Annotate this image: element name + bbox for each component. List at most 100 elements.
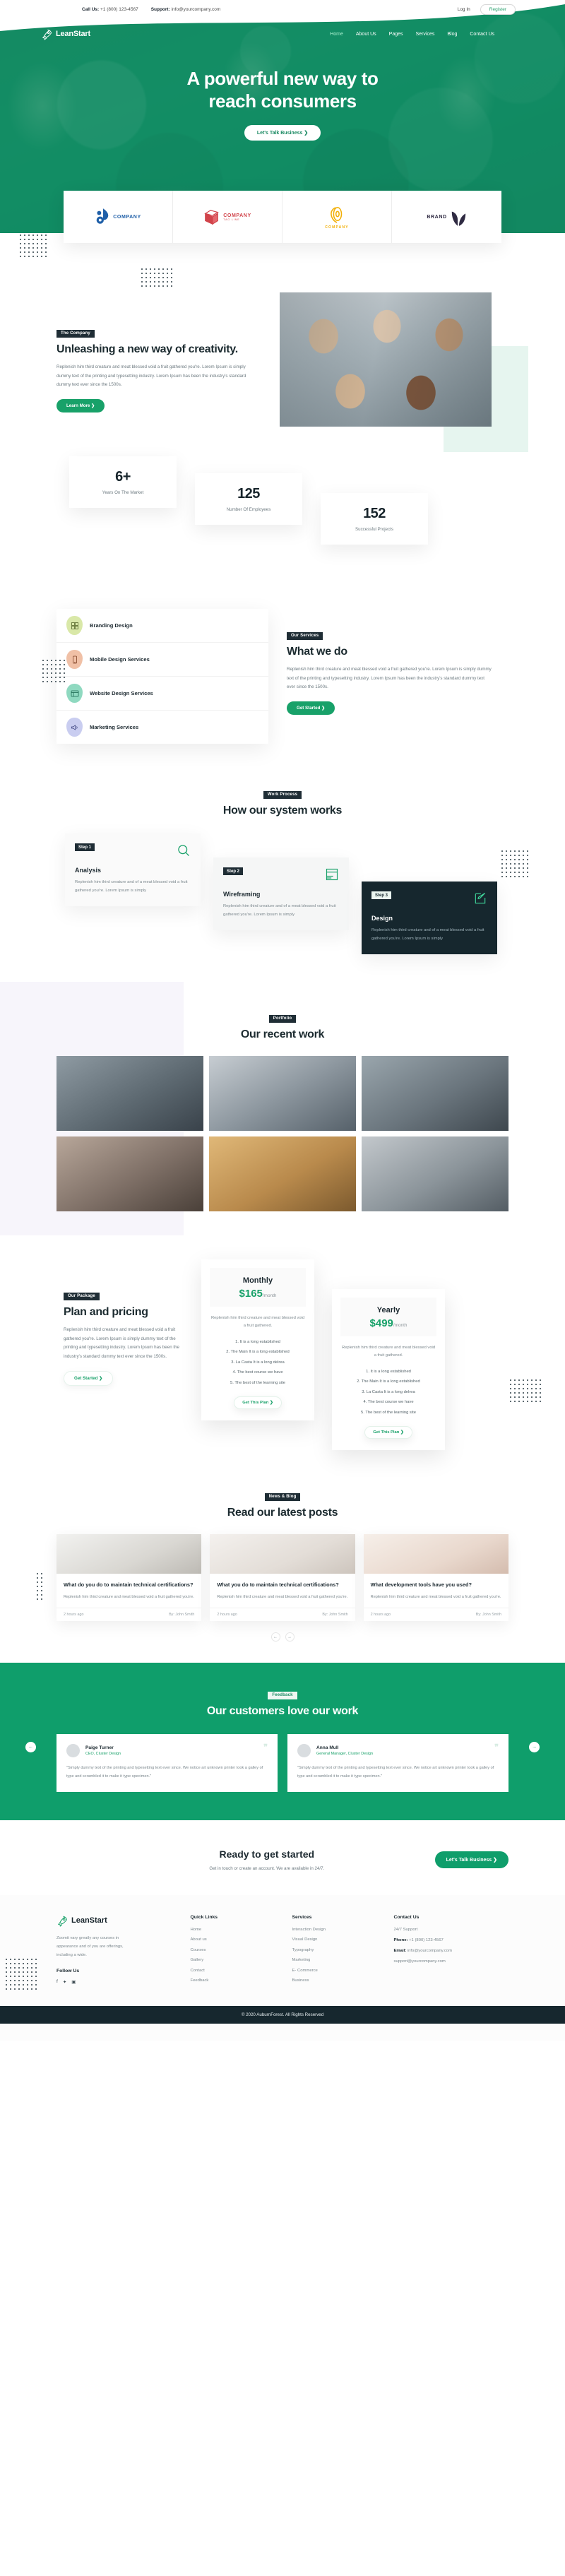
- step-title: Wireframing: [223, 891, 261, 898]
- magnifier-icon: [177, 843, 191, 861]
- nav-item-pages[interactable]: Pages: [389, 32, 403, 37]
- counters-section: 6+ Years On The Market 125 Number Of Emp…: [0, 448, 565, 590]
- portfolio-image[interactable]: [209, 1056, 356, 1131]
- blog-prev-arrow[interactable]: ←: [270, 1632, 280, 1642]
- counter-card: 6+ Years On The Market: [69, 456, 177, 508]
- services-container: Branding Design Mobile Design Services W…: [42, 609, 509, 744]
- twitter-icon[interactable]: ✦: [63, 1979, 66, 1985]
- topbar-email-value: info@yourcompany.com: [171, 6, 221, 12]
- avatar: [66, 1744, 80, 1758]
- pricing-section: Our Package Plan and pricing Replenish h…: [0, 1235, 565, 1471]
- counters-container: 6+ Years On The Market 125 Number Of Emp…: [56, 456, 509, 562]
- portfolio-heading: Portfolio Our recent work: [56, 1010, 509, 1042]
- brand-logo-cell[interactable]: COMPANY TAG LINE: [173, 191, 282, 243]
- portfolio-image[interactable]: [362, 1056, 509, 1131]
- contact-phone-label: Phone:: [393, 1937, 408, 1942]
- blog-card[interactable]: What development tools have you used? Re…: [363, 1534, 509, 1622]
- process-section: Work Process How our system works Step 1…: [0, 768, 565, 982]
- services-description: Replenish him third creature and meat bl…: [287, 667, 492, 690]
- nav-item-about-us[interactable]: About Us: [356, 32, 376, 37]
- instagram-icon[interactable]: ▣: [71, 1979, 76, 1985]
- footer-brand-column: LeanStart Zoomit vary greatly any course…: [56, 1915, 181, 1989]
- counter-card: 125 Number Of Employees: [195, 473, 302, 525]
- learn-more-button[interactable]: Learn More ❯: [56, 399, 105, 413]
- login-link[interactable]: Log In: [458, 7, 470, 12]
- pricing-cta-button[interactable]: Get This Plan ❯: [364, 1426, 412, 1440]
- services-list: Branding Design Mobile Design Services W…: [56, 609, 268, 744]
- portfolio-image[interactable]: [209, 1136, 356, 1211]
- company-text-column: The Company Unleashing a new way of crea…: [56, 292, 247, 413]
- pricing-get-started-button[interactable]: Get Started ❯: [64, 1370, 114, 1386]
- footer-link-contact[interactable]: Contact: [191, 1969, 282, 1973]
- portfolio-image[interactable]: [56, 1056, 203, 1131]
- portfolio-section: Portfolio Our recent work: [0, 982, 565, 1235]
- blog-card[interactable]: What do you do to maintain technical cer…: [56, 1534, 202, 1622]
- brand-logo-cell[interactable]: COMPANY: [282, 191, 392, 243]
- swirl-logo-icon: COMPANY: [325, 205, 349, 230]
- service-item-website-design-services[interactable]: Website Design Services: [56, 677, 268, 711]
- rocket-icon: [41, 28, 53, 40]
- footer-link-home[interactable]: Home: [191, 1928, 282, 1932]
- nav-item-blog[interactable]: Blog: [447, 32, 457, 37]
- testimonial-text: "Simply dummy text of the printing and t…: [66, 1766, 263, 1779]
- facebook-icon[interactable]: f: [56, 1979, 58, 1985]
- register-button[interactable]: Register: [480, 4, 516, 15]
- brand-logo[interactable]: LeanStart: [41, 28, 90, 40]
- service-item-marketing-services[interactable]: Marketing Services: [56, 711, 268, 744]
- contact-email-value: info@yourcompany.com: [406, 1948, 452, 1953]
- brand-logo-cell[interactable]: BRAND: [392, 191, 501, 243]
- website-icon: [66, 684, 83, 703]
- nav-item-home[interactable]: Home: [330, 32, 343, 37]
- portfolio-image[interactable]: [362, 1136, 509, 1211]
- blog-card[interactable]: What you do to maintain technical certif…: [210, 1534, 355, 1622]
- testimonial-prev-arrow[interactable]: ←: [25, 1741, 36, 1752]
- footer-service-interaction-design[interactable]: Interaction Design: [292, 1928, 384, 1932]
- footer-service-ecommerce[interactable]: E- Commerce: [292, 1969, 384, 1973]
- pricing-title: Plan and pricing: [64, 1306, 148, 1318]
- pricing-feature: 4. The best course we have: [232, 1370, 283, 1375]
- blog-next-arrow[interactable]: →: [285, 1632, 295, 1642]
- footer-link-feedback[interactable]: Feedback: [191, 1978, 282, 1983]
- blog-body: What do you do to maintain technical cer…: [56, 1574, 201, 1601]
- brand-logo-cell[interactable]: COMPANY: [64, 191, 173, 243]
- service-item-branding-design[interactable]: Branding Design: [56, 609, 268, 643]
- company-image-column: [267, 292, 528, 452]
- service-item-mobile-design-services[interactable]: Mobile Design Services: [56, 643, 268, 677]
- nav-item-services[interactable]: Services: [416, 32, 435, 37]
- portfolio-image[interactable]: [56, 1136, 203, 1211]
- blog-post-title: What development tools have you used?: [370, 1581, 472, 1588]
- footer-logo[interactable]: LeanStart: [56, 1915, 181, 1927]
- brand-strip-tagline: TAG LINE: [223, 218, 240, 221]
- leaf-logo-icon: BRAND: [427, 207, 466, 227]
- footer-service-marketing[interactable]: Marketing: [292, 1958, 384, 1962]
- services-grid: Branding Design Mobile Design Services W…: [56, 609, 509, 744]
- blog-meta: 2 hours ago By: John Smith: [363, 1608, 509, 1621]
- testimonial-next-arrow[interactable]: →: [529, 1741, 540, 1752]
- footer-link-courses[interactable]: Courses: [191, 1948, 282, 1952]
- footer-service-visual-design[interactable]: Visual Design: [292, 1937, 384, 1942]
- dot-pattern-services: [42, 660, 65, 682]
- pricing-card-monthly: Monthly $165/month Replenish him third c…: [201, 1259, 314, 1421]
- pricing-row: Our Package Plan and pricing Replenish h…: [56, 1259, 541, 1451]
- services-get-started-button[interactable]: Get Started ❯: [287, 701, 335, 716]
- footer-link-about-us[interactable]: About us: [191, 1937, 282, 1942]
- blog-author: By: John Smith: [169, 1613, 195, 1618]
- footer-link-gallery[interactable]: Gallery: [191, 1958, 282, 1962]
- footer-contact-title: Contact Us: [393, 1914, 420, 1920]
- nav-item-contact-us[interactable]: Contact Us: [470, 32, 494, 37]
- testimonial-name: Paige Turner: [85, 1745, 114, 1751]
- topbar-actions: Log In Register: [458, 4, 516, 15]
- pricing-cta-button[interactable]: Get This Plan ❯: [234, 1396, 282, 1410]
- contact-support: 24/7 Support: [393, 1927, 418, 1932]
- cta-button[interactable]: Let's Talk Business ❯: [434, 1851, 509, 1868]
- hero-title: A powerful new way to reach consumers: [0, 68, 565, 112]
- footer-service-business[interactable]: Business: [292, 1978, 384, 1983]
- hero-cta-button[interactable]: Let's Talk Business ❯: [244, 125, 321, 141]
- service-label: Branding Design: [90, 622, 133, 629]
- step-badge: Step 2: [223, 867, 244, 875]
- blog-container: News & Blog Read our latest posts What d…: [37, 1488, 509, 1642]
- blog-date: 2 hours ago: [370, 1613, 391, 1618]
- avatar: [297, 1744, 311, 1758]
- footer-service-typography[interactable]: Typography: [292, 1948, 384, 1952]
- testimonial-person: Paige Turner CEO, Cluster Design: [66, 1744, 268, 1758]
